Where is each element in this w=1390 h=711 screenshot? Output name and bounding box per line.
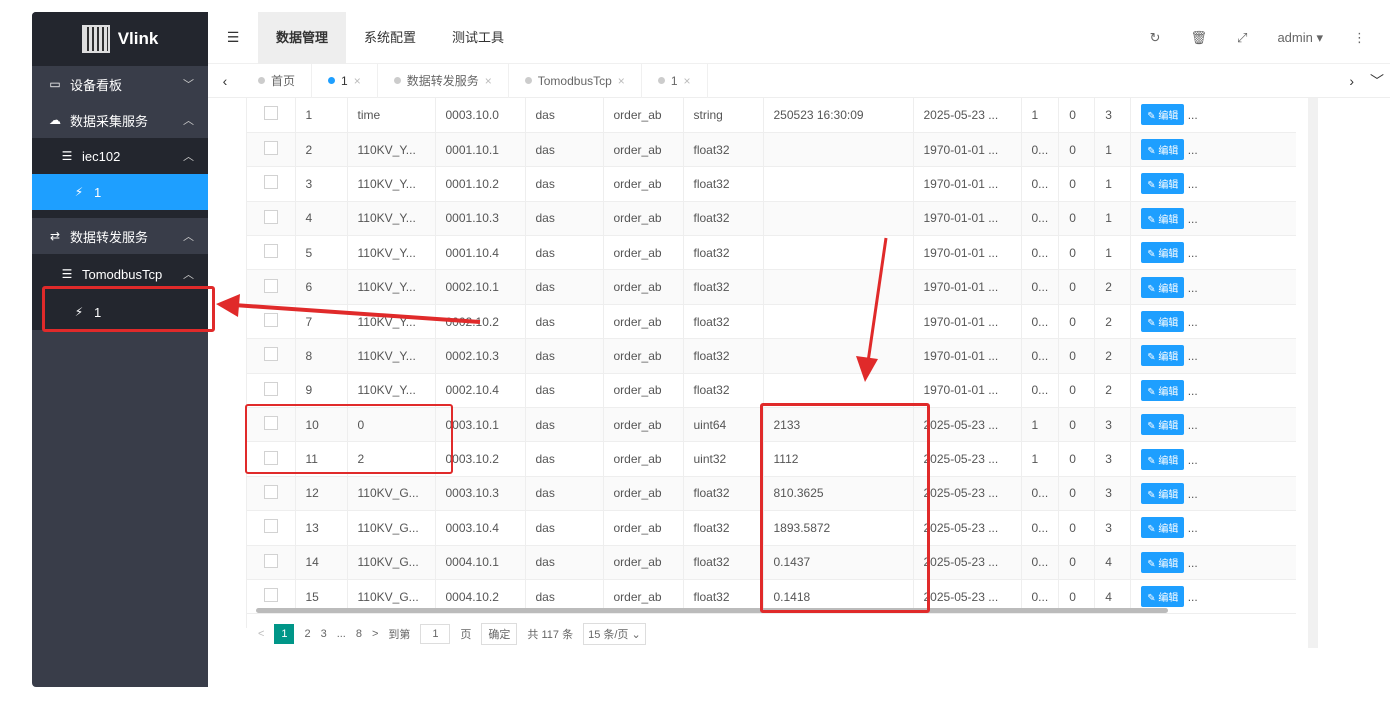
annotation-arrows [216, 237, 888, 382]
